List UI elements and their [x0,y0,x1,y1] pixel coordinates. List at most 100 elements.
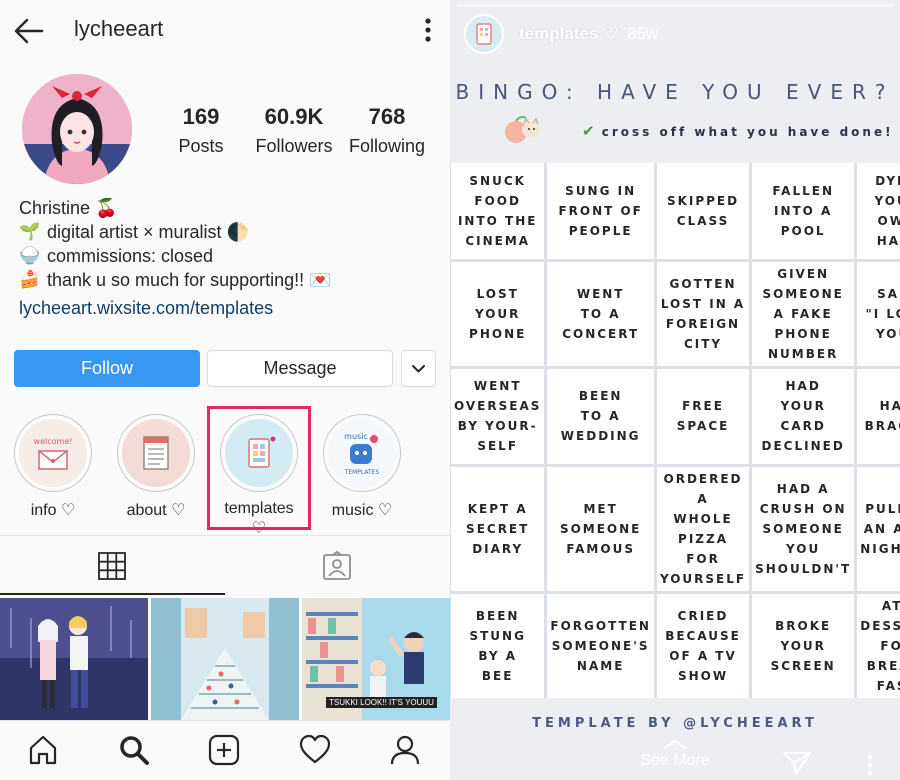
back-arrow-icon[interactable] [12,14,46,48]
followers-label: Followers [255,136,333,156]
stat-followers[interactable]: 60.9K Followers [249,104,339,157]
tab-grid[interactable] [0,536,225,594]
post-thumbnail[interactable]: TSUKKI LOOK!! IT'S YOUUU [302,598,450,720]
bingo-cell[interactable]: FREE SPACE [656,368,750,464]
highlight-music[interactable]: music TEMPLATES music ♡ [322,414,402,520]
peach-cat-sticker-icon [505,116,540,143]
notepad-icon [122,419,190,487]
bio-website-link[interactable]: lycheeart.wixsite.com/templates [19,296,439,320]
bingo-cell[interactable]: FORGOTTEN SOMEONE'S NAME [547,594,654,698]
highlight-ring [117,414,195,492]
profile-icon[interactable] [388,733,422,767]
bingo-cell[interactable]: DYED YOUR OWN HAIR [857,163,900,259]
bingo-cell[interactable]: HAD BRACES [857,368,900,464]
bingo-cell[interactable]: CRIED BECAUSE OF A TV SHOW [656,594,750,698]
bingo-cell[interactable]: ATE DESSERT FOR BREAK- FAST [857,594,900,698]
bingo-cell[interactable]: SUNG IN FRONT OF PEOPLE [547,163,654,259]
bingo-cell[interactable]: PULLED AN ALL- NIGHTER [857,467,900,591]
checkmark-icon: ✔ [582,122,595,140]
chevron-down-icon [412,365,425,373]
new-post-icon[interactable] [207,733,241,767]
bingo-cell[interactable]: BEEN STUNG BY A BEE [451,594,545,698]
post-thumbnail[interactable] [151,598,299,720]
following-label: Following [348,136,426,156]
bio-line: 🌱 digital artist × muralist 🌓 [19,220,439,244]
more-options-icon[interactable] [418,16,438,44]
bingo-cell[interactable]: MET SOMEONE FAMOUS [547,467,654,591]
bingo-cell[interactable]: HAD A CRUSH ON SOMEONE YOU SHOULDN'T [752,467,855,591]
see-more-button[interactable]: See More [625,738,725,770]
suggested-dropdown-button[interactable] [401,350,436,387]
story-timestamp: 85w [627,24,659,43]
heart-icon[interactable] [298,733,332,767]
highlight-selection-frame [207,406,311,530]
more-options-icon[interactable] [864,753,876,777]
stat-following[interactable]: 768 Following [342,104,432,157]
profile-bio: Christine 🍒 🌱 digital artist × muralist … [19,196,439,320]
profile-screen: lycheeart 169 Posts 60.9K Followers 768 … [0,0,450,780]
search-icon[interactable] [117,733,151,767]
bingo-cell[interactable]: LOST YOUR PHONE [451,261,545,366]
profile-tab-bar [0,535,450,595]
bingo-cell[interactable]: SAID "I LOVE YOU" [857,261,900,366]
following-count: 768 [368,104,406,129]
bingo-grid: SNUCK FOOD INTO THE CINEMA SUNG IN FRONT … [450,163,900,698]
bingo-cell[interactable]: WENT TO A CONCERT [547,261,654,366]
post-caption-text: TSUKKI LOOK!! IT'S YOUUU [326,697,437,708]
bingo-cell[interactable]: SNUCK FOOD INTO THE CINEMA [451,163,545,259]
message-button[interactable]: Message [207,350,393,387]
highlight-label: about ♡ [126,502,186,519]
bingo-cell[interactable]: BEEN TO A WEDDING [547,368,654,464]
home-icon[interactable] [26,733,60,767]
highlight-ring: music TEMPLATES [323,414,401,492]
bio-line-text: commissions: closed [47,246,214,266]
envelope-icon: welcome! [19,419,87,487]
followers-count: 60.9K [264,104,324,129]
template-icon [476,23,492,45]
sprout-emoji: 🌱 [19,222,41,241]
stat-posts[interactable]: 169 Posts [156,104,246,157]
story-viewer: templates ♡ 85w BINGO: HAVE YOU EVER? ✔ … [450,0,900,780]
bingo-cell[interactable]: HAD YOUR CARD DECLINED [752,368,855,464]
send-direct-icon[interactable] [782,750,812,776]
post-thumbnail[interactable] [0,598,148,720]
follow-button[interactable]: Follow [14,350,200,387]
music-character-icon: music TEMPLATES [328,419,396,487]
bingo-cell[interactable]: SKIPPED CLASS [656,163,750,259]
template-credit: TEMPLATE BY @LYCHEEART [532,716,818,731]
bottom-navigation [0,720,450,780]
tagged-person-icon [323,551,351,580]
profile-top-bar: lycheeart [0,0,450,62]
bingo-cell[interactable]: KEPT A SECRET DIARY [451,467,545,591]
highlight-about[interactable]: about ♡ [116,414,196,520]
svg-text:welcome!: welcome! [34,437,73,446]
highlight-info[interactable]: welcome! info ♡ [13,414,93,520]
chevron-up-icon [664,740,686,749]
see-more-label: See More [640,752,710,769]
highlight-ring: welcome! [14,414,92,492]
bingo-instruction: ✔ cross off what you have done! [582,122,894,140]
rice-emoji: 🍚 [19,246,41,265]
bio-line: 🍰 thank u so much for supporting!! 💌 [19,268,439,292]
post-artwork-city [151,598,299,720]
grid-icon [98,552,126,580]
highlight-label: info ♡ [30,502,76,519]
story-highlight-name[interactable]: templates ♡ [519,24,618,44]
story-avatar[interactable] [464,14,504,54]
bingo-cell[interactable]: FALLEN INTO A POOL [752,163,855,259]
bingo-subtitle: cross off what you have done! [601,125,894,139]
bingo-cell[interactable]: ORDERED A WHOLE PIZZA FOR YOURSELF [656,467,750,591]
bingo-cell[interactable]: GOTTEN LOST IN A FOREIGN CITY [656,261,750,366]
posts-count: 169 [182,104,220,129]
bio-line-text: thank u so much for supporting!! 💌 [47,270,332,290]
avatar-illustration [22,74,132,184]
svg-text:music: music [344,432,368,441]
bingo-cell[interactable]: BROKE YOUR SCREEN [752,594,855,698]
tab-tagged[interactable] [225,536,450,594]
profile-avatar[interactable] [22,74,132,184]
highlight-label: music ♡ [331,502,393,519]
bingo-cell[interactable]: WENT OVERSEAS BY YOUR- SELF [451,368,545,464]
bingo-cell[interactable]: GIVEN SOMEONE A FAKE PHONE NUMBER [752,261,855,366]
bingo-title: BINGO: HAVE YOU EVER? [455,80,895,104]
bio-line-text: digital artist × muralist 🌓 [47,222,249,242]
